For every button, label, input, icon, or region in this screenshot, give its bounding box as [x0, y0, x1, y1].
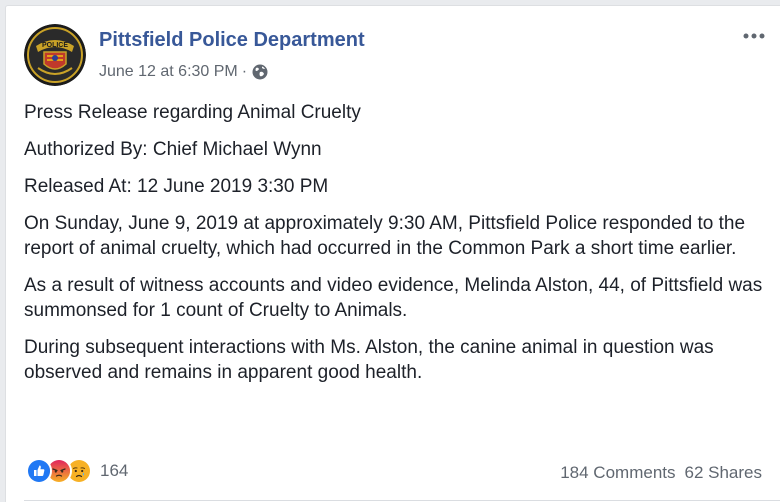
- avatar-text: POLICE: [42, 42, 68, 49]
- page-avatar[interactable]: POLICE: [24, 24, 86, 86]
- post-paragraph-authorized: Authorized By: Chief Michael Wynn: [24, 139, 322, 160]
- post-timestamp[interactable]: June 12 at 6:30 PM: [99, 63, 238, 81]
- post-meta: June 12 at 6:30 PM ·: [99, 62, 269, 81]
- post-paragraph-released: Released At: 12 June 2019 3:30 PM: [24, 176, 329, 197]
- comments-count-link[interactable]: 184 Comments: [560, 463, 675, 482]
- shares-count-link[interactable]: 62 Shares: [685, 463, 763, 482]
- meta-separator: ·: [241, 62, 248, 80]
- footer-divider: [24, 500, 780, 501]
- post-body: Press Release regarding Animal Cruelty A…: [24, 100, 772, 397]
- more-options-icon[interactable]: [738, 24, 774, 48]
- post-paragraph-health: During subsequent interactions with Ms. …: [24, 337, 714, 383]
- reactions-summary[interactable]: 164: [26, 458, 128, 484]
- post-paragraph-title: Press Release regarding Animal Cruelty: [24, 102, 361, 123]
- page-name-link[interactable]: Pittsfield Police Department: [99, 29, 365, 52]
- globe-icon[interactable]: [251, 63, 269, 81]
- police-badge-icon: POLICE: [24, 24, 86, 86]
- post-paragraph-incident: On Sunday, June 9, 2019 at approximately…: [24, 213, 746, 259]
- post-card: POLICE Pittsfield Police Department June…: [5, 5, 780, 502]
- reaction-count: 164: [100, 461, 129, 480]
- post-stats: 184 Comments 62 Shares: [560, 463, 762, 483]
- like-icon: [26, 458, 52, 484]
- post-paragraph-summons: As a result of witness accounts and vide…: [24, 275, 763, 321]
